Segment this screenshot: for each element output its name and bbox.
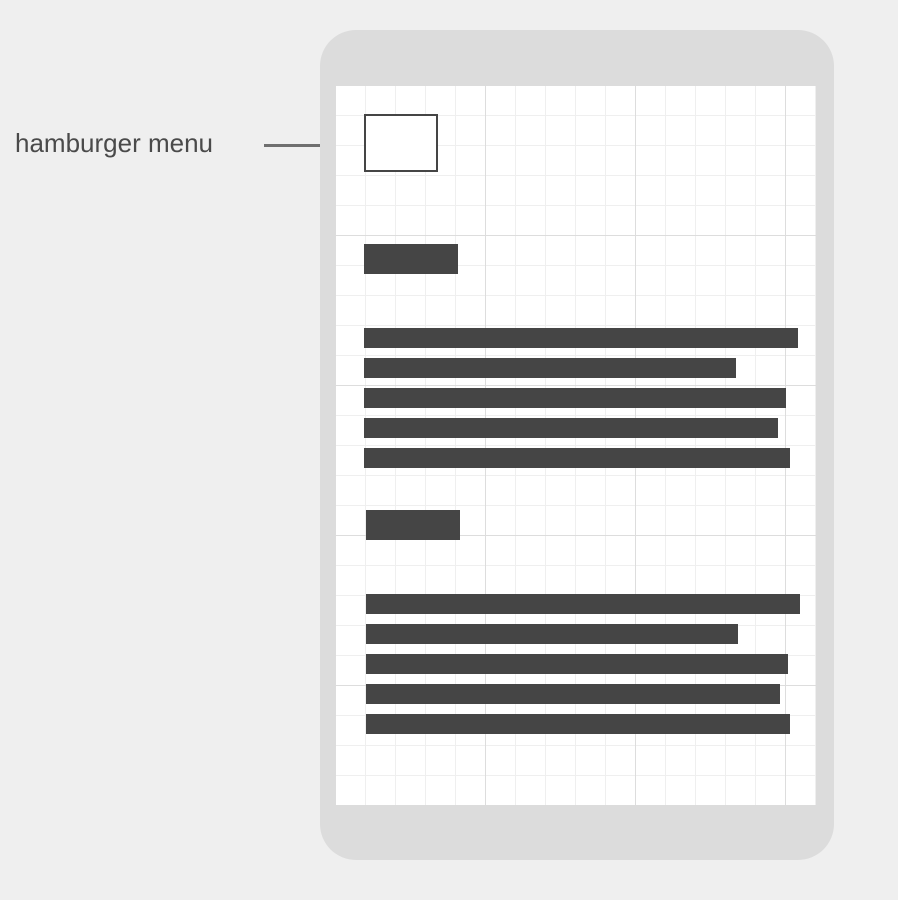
text-line-block (364, 328, 798, 348)
text-line-block (366, 684, 780, 704)
text-line-block (364, 418, 778, 438)
text-line-block (364, 358, 736, 378)
text-line-block (364, 448, 790, 468)
hamburger-menu-annotation-label: hamburger menu (15, 128, 213, 158)
text-line-block (366, 714, 790, 734)
wireframe-diagram: hamburger menu (0, 0, 898, 900)
section-heading-block (366, 510, 460, 540)
text-line-block (364, 388, 786, 408)
section-heading-block (364, 244, 458, 274)
text-line-block (366, 654, 788, 674)
text-line-block (366, 624, 738, 644)
hamburger-menu-icon[interactable] (364, 114, 438, 172)
text-line-block (366, 594, 800, 614)
